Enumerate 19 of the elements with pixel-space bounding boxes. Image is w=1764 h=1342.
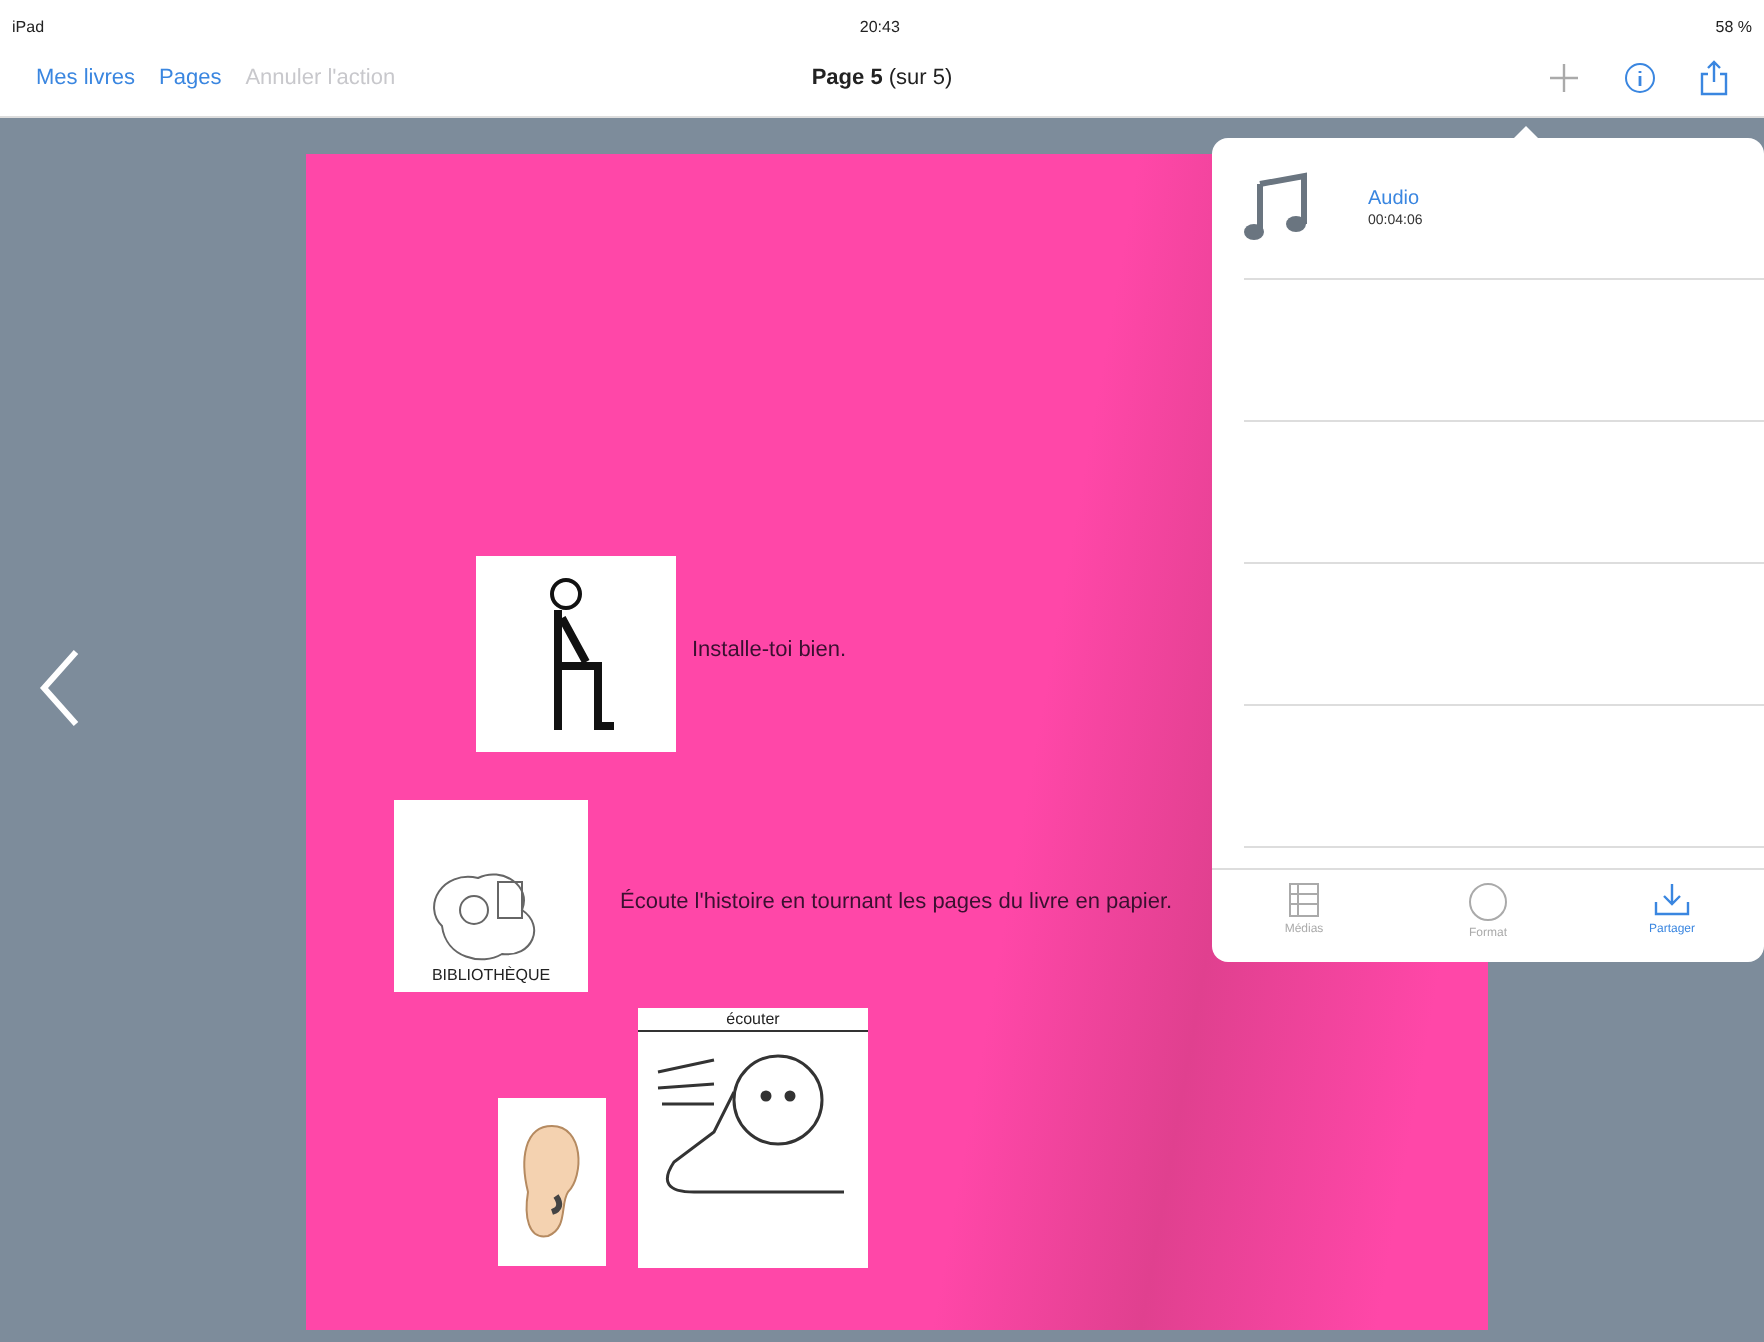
battery-label: 58 %	[1715, 17, 1752, 35]
nav-button[interactable]: Pages	[147, 66, 234, 90]
page-text: Installe-toi bien.	[692, 636, 849, 666]
add-icon[interactable]	[1548, 62, 1580, 94]
music-note-icon	[1244, 172, 1308, 244]
media-title[interactable]: Audio	[1368, 188, 1423, 210]
previous-page-icon[interactable]	[36, 648, 84, 728]
page-text: Écoute l'histoire en tournant les pages du livre en papier.	[620, 888, 1175, 918]
pictogram-caption: écouter	[638, 1008, 868, 1032]
pictogram-caption: BIBLIOTHÈQUE	[431, 966, 551, 984]
page-title: Page 5 (sur 5)	[811, 66, 953, 90]
share-icon[interactable]	[1700, 60, 1728, 96]
list-icon	[1288, 882, 1320, 918]
carrier-label: iPad	[12, 17, 45, 35]
download-icon	[1654, 882, 1690, 918]
circle-icon	[1468, 882, 1508, 922]
info-icon[interactable]	[1624, 62, 1656, 94]
clock: 20:43	[859, 17, 900, 35]
nav-button[interactable]: Mes livres	[24, 66, 148, 90]
